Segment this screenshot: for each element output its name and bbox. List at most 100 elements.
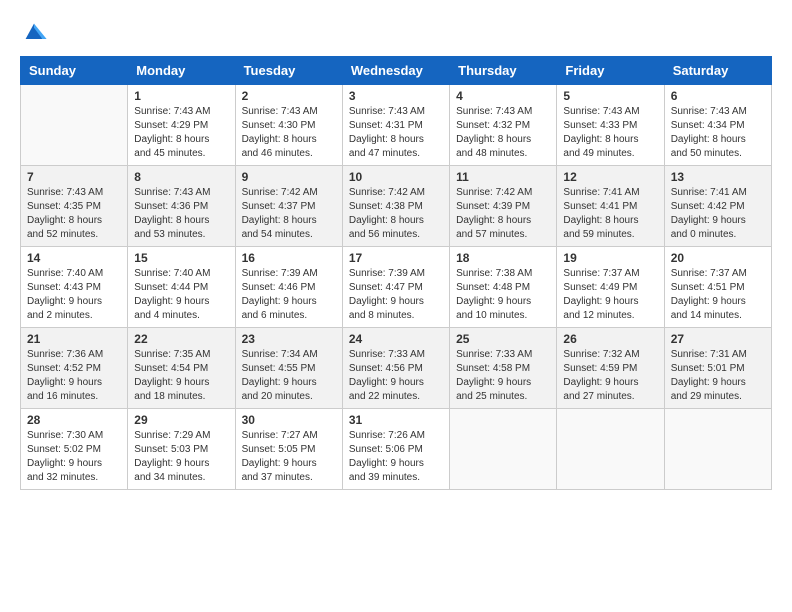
- calendar-header-cell: Wednesday: [342, 57, 449, 85]
- calendar-week-row: 1Sunrise: 7:43 AM Sunset: 4:29 PM Daylig…: [21, 85, 772, 166]
- day-info: Sunrise: 7:43 AM Sunset: 4:35 PM Dayligh…: [27, 186, 121, 242]
- calendar-cell: 5 Sunrise: 7:43 AM Sunset: 4:33 PM Daylig…: [557, 85, 664, 166]
- calendar-body: 1Sunrise: 7:43 AM Sunset: 4:29 PM Daylig…: [21, 85, 772, 490]
- calendar-week-row: 7 Sunrise: 7:43 AM Sunset: 4:35 PM Daylig…: [21, 166, 772, 247]
- day-info: Sunrise: 7:26 AM Sunset: 5:06 PM Dayligh…: [349, 429, 443, 485]
- day-info: Sunrise: 7:41 AM Sunset: 4:42 PM Dayligh…: [671, 186, 765, 242]
- calendar-cell: 26 Sunrise: 7:32 AM Sunset: 4:59 PM Dayli…: [557, 328, 664, 409]
- day-info: Sunrise: 7:36 AM Sunset: 4:52 PM Dayligh…: [27, 348, 121, 404]
- day-info: Sunrise: 7:43 AM Sunset: 4:31 PM Dayligh…: [349, 105, 443, 161]
- calendar-cell: 4 Sunrise: 7:43 AM Sunset: 4:32 PM Daylig…: [450, 85, 557, 166]
- calendar-cell: 11 Sunrise: 7:42 AM Sunset: 4:39 PM Dayli…: [450, 166, 557, 247]
- calendar-cell: 12 Sunrise: 7:41 AM Sunset: 4:41 PM Dayli…: [557, 166, 664, 247]
- calendar-header-cell: Thursday: [450, 57, 557, 85]
- calendar-cell: 19 Sunrise: 7:37 AM Sunset: 4:49 PM Dayli…: [557, 247, 664, 328]
- day-info: Sunrise: 7:42 AM Sunset: 4:37 PM Dayligh…: [242, 186, 336, 242]
- day-number: 3: [349, 89, 443, 103]
- calendar-cell: 6 Sunrise: 7:43 AM Sunset: 4:34 PM Daylig…: [664, 85, 771, 166]
- day-info: Sunrise: 7:43 AM Sunset: 4:30 PM Dayligh…: [242, 105, 336, 161]
- day-number: 15: [134, 251, 228, 265]
- day-number: 30: [242, 413, 336, 427]
- day-info: Sunrise: 7:42 AM Sunset: 4:39 PM Dayligh…: [456, 186, 550, 242]
- calendar-header-cell: Monday: [128, 57, 235, 85]
- day-number: 7: [27, 170, 121, 184]
- calendar-cell: 25Sunrise: 7:33 AM Sunset: 4:58 PM Dayli…: [450, 328, 557, 409]
- day-info: Sunrise: 7:32 AM Sunset: 4:59 PM Dayligh…: [563, 348, 657, 404]
- day-info: Sunrise: 7:39 AM Sunset: 4:46 PM Dayligh…: [242, 267, 336, 323]
- day-number: 13: [671, 170, 765, 184]
- day-info: Sunrise: 7:40 AM Sunset: 4:44 PM Dayligh…: [134, 267, 228, 323]
- calendar-cell: 31 Sunrise: 7:26 AM Sunset: 5:06 PM Dayli…: [342, 409, 449, 490]
- calendar-cell: 16 Sunrise: 7:39 AM Sunset: 4:46 PM Dayli…: [235, 247, 342, 328]
- calendar-cell: 27Sunrise: 7:31 AM Sunset: 5:01 PM Dayli…: [664, 328, 771, 409]
- day-number: 5: [563, 89, 657, 103]
- day-info: Sunrise: 7:31 AM Sunset: 5:01 PM Dayligh…: [671, 348, 765, 404]
- day-number: 29: [134, 413, 228, 427]
- day-number: 4: [456, 89, 550, 103]
- day-info: Sunrise: 7:43 AM Sunset: 4:36 PM Dayligh…: [134, 186, 228, 242]
- calendar-cell: [557, 409, 664, 490]
- calendar-cell: 3 Sunrise: 7:43 AM Sunset: 4:31 PM Daylig…: [342, 85, 449, 166]
- day-number: 31: [349, 413, 443, 427]
- day-info: Sunrise: 7:43 AM Sunset: 4:29 PM Dayligh…: [134, 105, 228, 161]
- calendar-cell: 2Sunrise: 7:43 AM Sunset: 4:30 PM Daylig…: [235, 85, 342, 166]
- calendar-cell: [21, 85, 128, 166]
- day-info: Sunrise: 7:35 AM Sunset: 4:54 PM Dayligh…: [134, 348, 228, 404]
- day-number: 9: [242, 170, 336, 184]
- logo-icon: [20, 18, 48, 46]
- calendar-cell: 10Sunrise: 7:42 AM Sunset: 4:38 PM Dayli…: [342, 166, 449, 247]
- day-info: Sunrise: 7:37 AM Sunset: 4:49 PM Dayligh…: [563, 267, 657, 323]
- calendar-cell: [450, 409, 557, 490]
- day-info: Sunrise: 7:42 AM Sunset: 4:38 PM Dayligh…: [349, 186, 443, 242]
- calendar-cell: 30 Sunrise: 7:27 AM Sunset: 5:05 PM Dayli…: [235, 409, 342, 490]
- calendar-cell: 15 Sunrise: 7:40 AM Sunset: 4:44 PM Dayli…: [128, 247, 235, 328]
- day-info: Sunrise: 7:43 AM Sunset: 4:33 PM Dayligh…: [563, 105, 657, 161]
- day-info: Sunrise: 7:43 AM Sunset: 4:32 PM Dayligh…: [456, 105, 550, 161]
- day-info: Sunrise: 7:38 AM Sunset: 4:48 PM Dayligh…: [456, 267, 550, 323]
- day-number: 22: [134, 332, 228, 346]
- calendar-header-cell: Tuesday: [235, 57, 342, 85]
- day-info: Sunrise: 7:33 AM Sunset: 4:56 PM Dayligh…: [349, 348, 443, 404]
- calendar-cell: 1Sunrise: 7:43 AM Sunset: 4:29 PM Daylig…: [128, 85, 235, 166]
- calendar-cell: 18 Sunrise: 7:38 AM Sunset: 4:48 PM Dayli…: [450, 247, 557, 328]
- calendar-cell: [664, 409, 771, 490]
- calendar-header-cell: Friday: [557, 57, 664, 85]
- day-number: 26: [563, 332, 657, 346]
- day-number: 8: [134, 170, 228, 184]
- logo: [20, 18, 52, 46]
- day-info: Sunrise: 7:39 AM Sunset: 4:47 PM Dayligh…: [349, 267, 443, 323]
- calendar-cell: 23Sunrise: 7:34 AM Sunset: 4:55 PM Dayli…: [235, 328, 342, 409]
- page: SundayMondayTuesdayWednesdayThursdayFrid…: [0, 0, 792, 612]
- day-number: 11: [456, 170, 550, 184]
- day-number: 19: [563, 251, 657, 265]
- calendar-header-row: SundayMondayTuesdayWednesdayThursdayFrid…: [21, 57, 772, 85]
- calendar-table: SundayMondayTuesdayWednesdayThursdayFrid…: [20, 56, 772, 490]
- day-info: Sunrise: 7:40 AM Sunset: 4:43 PM Dayligh…: [27, 267, 121, 323]
- day-number: 24: [349, 332, 443, 346]
- day-info: Sunrise: 7:41 AM Sunset: 4:41 PM Dayligh…: [563, 186, 657, 242]
- day-info: Sunrise: 7:29 AM Sunset: 5:03 PM Dayligh…: [134, 429, 228, 485]
- calendar-cell: 24 Sunrise: 7:33 AM Sunset: 4:56 PM Dayli…: [342, 328, 449, 409]
- day-info: Sunrise: 7:27 AM Sunset: 5:05 PM Dayligh…: [242, 429, 336, 485]
- day-number: 14: [27, 251, 121, 265]
- calendar-cell: 9 Sunrise: 7:42 AM Sunset: 4:37 PM Daylig…: [235, 166, 342, 247]
- calendar-cell: 22 Sunrise: 7:35 AM Sunset: 4:54 PM Dayli…: [128, 328, 235, 409]
- calendar-cell: 29 Sunrise: 7:29 AM Sunset: 5:03 PM Dayli…: [128, 409, 235, 490]
- day-number: 6: [671, 89, 765, 103]
- calendar-cell: 21 Sunrise: 7:36 AM Sunset: 4:52 PM Dayli…: [21, 328, 128, 409]
- header: [20, 18, 772, 46]
- day-number: 17: [349, 251, 443, 265]
- calendar-cell: 8 Sunrise: 7:43 AM Sunset: 4:36 PM Daylig…: [128, 166, 235, 247]
- day-number: 25: [456, 332, 550, 346]
- calendar-cell: 13 Sunrise: 7:41 AM Sunset: 4:42 PM Dayli…: [664, 166, 771, 247]
- day-info: Sunrise: 7:43 AM Sunset: 4:34 PM Dayligh…: [671, 105, 765, 161]
- calendar-cell: 28Sunrise: 7:30 AM Sunset: 5:02 PM Dayli…: [21, 409, 128, 490]
- day-number: 12: [563, 170, 657, 184]
- day-number: 21: [27, 332, 121, 346]
- day-number: 23: [242, 332, 336, 346]
- day-number: 16: [242, 251, 336, 265]
- day-number: 18: [456, 251, 550, 265]
- calendar-header-cell: Sunday: [21, 57, 128, 85]
- calendar-header-cell: Saturday: [664, 57, 771, 85]
- calendar-cell: 7 Sunrise: 7:43 AM Sunset: 4:35 PM Daylig…: [21, 166, 128, 247]
